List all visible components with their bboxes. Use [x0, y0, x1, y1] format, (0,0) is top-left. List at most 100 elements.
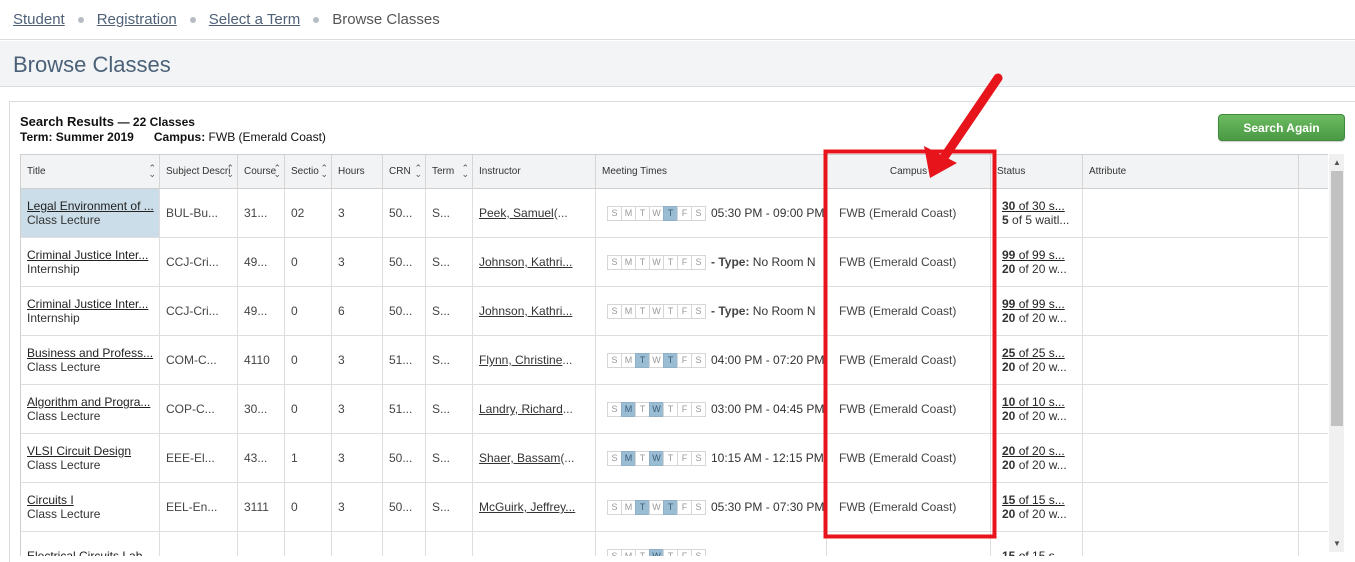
breadcrumb-registration-link[interactable]: Registration: [97, 11, 177, 28]
cell-instructor: Peek, Samuel (...: [473, 189, 596, 237]
scrollbar-thumb[interactable]: [1331, 171, 1343, 426]
day-indicator: T: [635, 499, 650, 515]
day-indicator: F: [677, 303, 692, 319]
column-header-section[interactable]: Sectio ⌃ ⌄: [285, 155, 332, 189]
course-title-link[interactable]: Business and Profess...: [27, 346, 153, 360]
cell-attribute: [1083, 532, 1299, 556]
cell-term: S...: [426, 385, 473, 433]
cell-crn: 50...: [383, 287, 426, 335]
sort-icon[interactable]: ⌃ ⌄: [414, 164, 422, 179]
section-value: 0: [291, 255, 298, 269]
instructor-link[interactable]: Johnson, Kathri...: [479, 255, 572, 269]
day-indicator: S: [691, 352, 706, 368]
course-title-link[interactable]: Criminal Justice Inter...: [27, 297, 148, 311]
meeting-time: 04:00 PM - 07:20 PM: [711, 353, 825, 367]
breadcrumb-student-link[interactable]: Student: [13, 11, 65, 28]
instructor-link[interactable]: Shaer, Bassam: [479, 451, 560, 465]
term-value: S...: [432, 451, 451, 465]
day-indicator: S: [691, 401, 706, 417]
cell-meeting-times: SMTWTFS 05:30 PM - 07:30 PM: [596, 483, 827, 531]
column-header-subject[interactable]: Subject Descri ⌃ ⌄: [160, 155, 238, 189]
table-row[interactable]: Circuits I Class Lecture EEL-En... 3111 0 3 50…: [21, 483, 1328, 532]
seats-remaining: 15: [1002, 549, 1016, 556]
instructor-suffix: ...: [562, 353, 573, 367]
day-indicator: S: [691, 254, 706, 270]
sort-icon[interactable]: ⌃ ⌄: [461, 164, 469, 179]
cell-attribute: [1083, 287, 1299, 335]
course-title-link[interactable]: Circuits I: [27, 493, 74, 507]
column-header-title[interactable]: Title ⌃ ⌄: [21, 155, 160, 189]
day-indicator: S: [607, 352, 622, 368]
table-row[interactable]: Electrical Circuits Lab S M T W T F S 15 of 15 …: [21, 532, 1328, 556]
section-value: 0: [291, 304, 298, 318]
sort-icon[interactable]: ⌃ ⌄: [273, 164, 281, 179]
cell-campus: FWB (Emerald Coast): [827, 189, 991, 237]
sort-icon[interactable]: ⌃ ⌄: [320, 164, 328, 179]
cell-status: 10 of 10 s... 20 of 20 w...: [991, 385, 1083, 433]
cell-section: 0: [285, 287, 332, 335]
column-header-crn[interactable]: CRN ⌃ ⌄: [383, 155, 426, 189]
cell-section: 0: [285, 336, 332, 384]
sort-icon[interactable]: ⌃ ⌄: [148, 164, 156, 179]
seats-remaining: 30: [1002, 199, 1016, 213]
seats-status: 20 of 20 s...: [1002, 444, 1065, 458]
cell-course: 30...: [238, 385, 285, 433]
scroll-down-arrow-icon[interactable]: ▼: [1331, 537, 1343, 549]
cell-meeting-times: SMTWTFS: [596, 532, 827, 556]
section-value: 0: [291, 500, 298, 514]
breadcrumb: Student Registration Select a Term Brows…: [0, 0, 1355, 40]
cell-status: 25 of 25 s... 20 of 20 w...: [991, 336, 1083, 384]
day-indicator: F: [677, 205, 692, 221]
instructor-suffix: (...: [553, 206, 568, 220]
course-title-link[interactable]: Criminal Justice Inter...: [27, 248, 148, 262]
instructor-link[interactable]: Landry, Richard: [479, 402, 563, 416]
instructor-link[interactable]: Flynn, Christine: [479, 353, 562, 367]
search-again-button[interactable]: Search Again: [1218, 114, 1345, 141]
sort-icon[interactable]: ⌃ ⌄: [226, 164, 234, 179]
column-header-meeting: Meeting Times: [596, 155, 827, 189]
hours-value: 6: [338, 304, 345, 318]
breadcrumb-select-term-link[interactable]: Select a Term: [209, 11, 300, 28]
cell-subject: EEL-En...: [160, 483, 238, 531]
meeting-days: SMTWTFS: [607, 352, 706, 368]
course-title-link[interactable]: Legal Environment of ...: [27, 199, 154, 213]
instructor-link[interactable]: Johnson, Kathri...: [479, 304, 572, 318]
hours-value: 3: [338, 500, 345, 514]
seats-status: 25 of 25 s...: [1002, 346, 1065, 360]
table-row[interactable]: Algorithm and Progra... Class Lecture COP-…: [21, 385, 1328, 434]
meeting-type-value: No Room N: [752, 304, 816, 318]
cell-meeting-times: SMTWTFS 10:15 AM - 12:15 PM: [596, 434, 827, 482]
instructor-link[interactable]: Peek, Samuel: [479, 206, 554, 220]
column-header-course[interactable]: Course ⌃ ⌄: [238, 155, 285, 189]
cell-hours: 3: [332, 238, 383, 286]
cell-attribute: [1083, 385, 1299, 433]
cell-title: Legal Environment of ... Class Lecture: [21, 189, 160, 237]
course-title-link[interactable]: Algorithm and Progra...: [27, 395, 150, 409]
day-indicator: W: [649, 548, 664, 556]
cell-subject: COM-C...: [160, 336, 238, 384]
table-row[interactable]: VLSI Circuit Design Class Lecture EEE-El..…: [21, 434, 1328, 483]
cell-campus: FWB (Emerald Coast): [827, 483, 991, 531]
day-indicator: T: [663, 401, 678, 417]
cell-title: VLSI Circuit Design Class Lecture: [21, 434, 160, 482]
table-row[interactable]: Criminal Justice Inter... Internship CCJ-C…: [21, 287, 1328, 336]
table-row[interactable]: Criminal Justice Inter... Internship CCJ-C…: [21, 238, 1328, 287]
column-header-label: Sectio: [291, 166, 319, 177]
crn-value: 50...: [389, 500, 413, 514]
schedule-type: Class Lecture: [27, 507, 101, 521]
table-row[interactable]: Legal Environment of ... Class Lecture BUL…: [21, 189, 1328, 238]
instructor-link[interactable]: McGuirk, Jeffrey...: [479, 500, 575, 514]
cell-hours: 3: [332, 189, 383, 237]
course-title-link[interactable]: VLSI Circuit Design: [27, 444, 131, 458]
table-row[interactable]: Business and Profess... Class Lecture COM-…: [21, 336, 1328, 385]
column-header-term[interactable]: Term ⌃ ⌄: [426, 155, 473, 189]
cell-attribute: [1083, 483, 1299, 531]
course-title-link[interactable]: Electrical Circuits Lab: [27, 549, 142, 556]
waitlist-remaining: 20: [1002, 360, 1016, 374]
cell-meeting-times: SMTWTFS 04:00 PM - 07:20 PM: [596, 336, 827, 384]
meeting-time-text: 05:30 PM - 07:30 PM: [711, 500, 824, 514]
cell-course: 49...: [238, 287, 285, 335]
term-value: S...: [432, 402, 451, 416]
scroll-up-arrow-icon[interactable]: ▲: [1331, 156, 1343, 168]
cell-title: Criminal Justice Inter... Internship: [21, 238, 160, 286]
